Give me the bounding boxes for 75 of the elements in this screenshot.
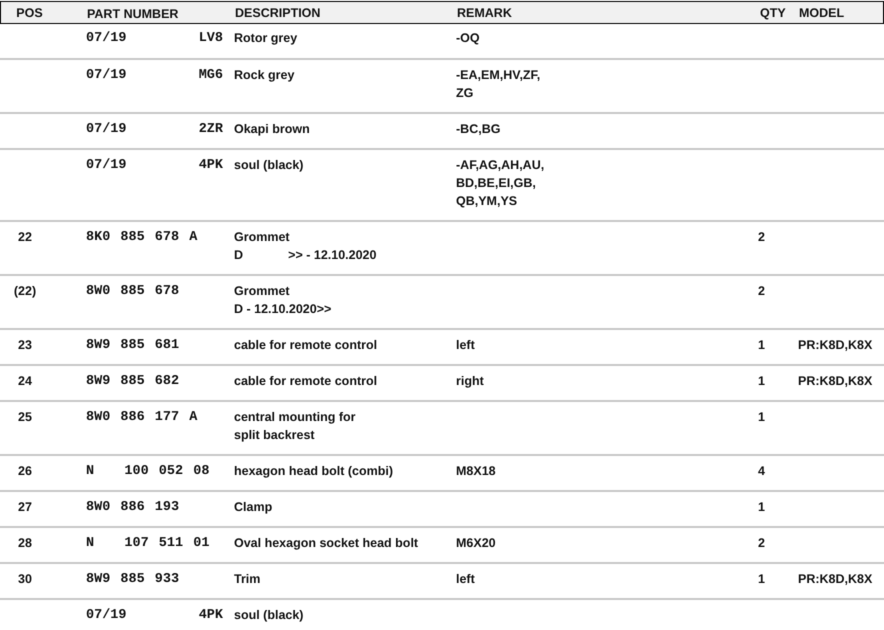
description-text: cable for remote control	[234, 337, 378, 354]
model-code: PR:K8D,K8X	[798, 374, 872, 388]
remark-text: M8X18	[456, 463, 496, 480]
position-number: 27	[18, 500, 32, 514]
position-number: 24	[18, 374, 32, 388]
description-text: Oval hexagon socket head bolt	[234, 535, 418, 552]
model-code: PR:K8D,K8X	[798, 572, 872, 586]
description-text: central mounting for	[234, 409, 356, 426]
part-number: 8W9 885 933	[86, 572, 180, 588]
position-number: 28	[18, 536, 32, 550]
position-number: (22)	[14, 284, 36, 298]
quantity: 1	[758, 500, 765, 514]
part-number: 8W9 885 682	[86, 374, 180, 390]
description-text: Grommet	[234, 229, 290, 246]
quantity: 4	[758, 464, 765, 478]
quantity: 1	[758, 410, 765, 424]
position-number: 22	[18, 230, 32, 244]
description-text: soul (black)	[234, 157, 304, 174]
part-number: 8W0 886 193	[86, 500, 180, 516]
date-code: 07/19	[86, 122, 127, 138]
position-number: 23	[18, 338, 32, 352]
column-header: DESCRIPTION	[235, 6, 322, 20]
remark-text: left	[456, 571, 475, 588]
description-text: Trim	[234, 571, 260, 588]
color-code: 4PK	[198, 158, 223, 175]
position-number: 30	[18, 572, 32, 586]
part-number: 8W0 885 678	[86, 284, 180, 301]
description-text: Okapi brown	[234, 121, 310, 138]
quantity: 1	[758, 572, 765, 586]
description-text: soul (black)	[234, 607, 304, 624]
quantity: 2	[758, 284, 765, 298]
color-code: 4PK	[198, 608, 223, 624]
position-number: 25	[18, 410, 32, 424]
color-code: MG6	[198, 68, 223, 85]
remark-text: BD,BE,EI,GB,	[456, 175, 536, 192]
part-number: 8W9 885 681	[86, 338, 180, 354]
column-header: REMARK	[456, 6, 513, 20]
column-header: POS	[15, 6, 44, 20]
description-text: Rock grey	[234, 67, 294, 84]
date-code: 07/19	[86, 608, 127, 624]
quantity: 1	[758, 374, 765, 388]
date-code: 07/19	[86, 158, 127, 175]
remark-text: -OQ	[456, 30, 480, 47]
quantity: 2	[758, 230, 765, 244]
remark-text: right	[456, 373, 484, 390]
remark-text: -AF,AG,AH,AU,	[456, 157, 544, 174]
remark-text: left	[456, 337, 475, 354]
model-code: PR:K8D,K8X	[798, 338, 872, 352]
date-code: 07/19	[86, 68, 127, 85]
position-number: 26	[18, 464, 32, 478]
color-code: 2ZR	[198, 122, 223, 138]
color-code: LV8	[198, 31, 223, 48]
remark-text: -EA,EM,HV,ZF,	[456, 67, 540, 84]
description-text: D >> - 12.10.2020	[234, 247, 376, 264]
column-header: QTY	[759, 6, 787, 20]
remark-text: M6X20	[456, 535, 496, 552]
part-number: N 100 052 08	[86, 464, 210, 480]
part-number: N 107 511 01	[86, 536, 210, 552]
column-header: MODEL	[799, 6, 846, 20]
remark-text: QB,YM,YS	[456, 193, 518, 210]
quantity: 1	[758, 338, 765, 352]
column-header: PART NUMBER	[87, 6, 180, 20]
description-text: Clamp	[234, 499, 272, 516]
part-number: 8K0 885 678 A	[86, 230, 198, 247]
remark-text: -BC,BG	[456, 121, 500, 138]
description-text: Grommet	[234, 283, 290, 300]
remark-text: ZG	[456, 85, 474, 102]
description-text: Rotor grey	[234, 30, 298, 47]
description-text: split backrest	[234, 427, 315, 444]
description-text: D - 12.10.2020>>	[234, 301, 332, 318]
description-text: hexagon head bolt (combi)	[234, 463, 394, 480]
part-number: 8W0 886 177 A	[86, 410, 198, 427]
quantity: 2	[758, 536, 765, 550]
date-code: 07/19	[86, 31, 127, 48]
description-text: cable for remote control	[234, 373, 378, 390]
